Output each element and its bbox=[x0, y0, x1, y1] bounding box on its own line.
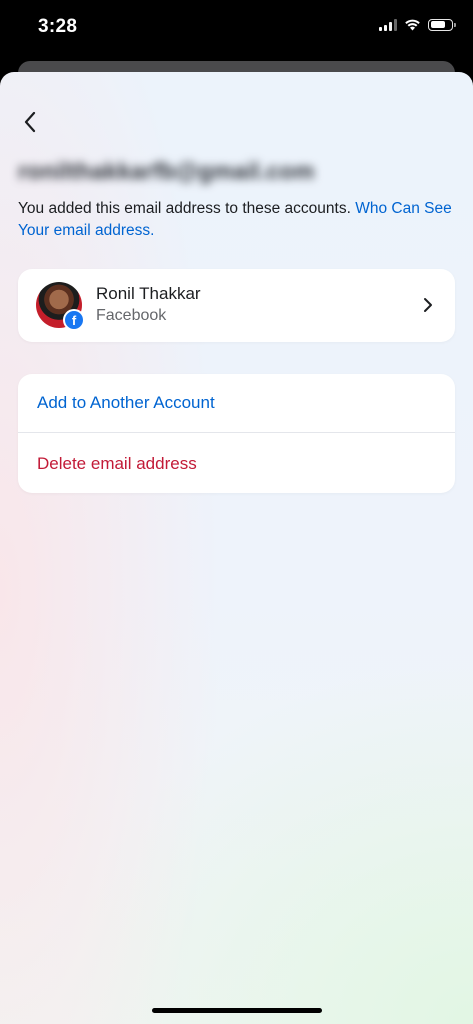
description: You added this email address to these ac… bbox=[18, 198, 458, 242]
account-card[interactable]: f Ronil Thakkar Facebook bbox=[18, 269, 455, 342]
delete-email-button[interactable]: Delete email address bbox=[18, 434, 455, 493]
description-text: You added this email address to these ac… bbox=[18, 200, 356, 217]
email-detail-sheet: ronilthakkarfb@gmail.com You added this … bbox=[0, 72, 473, 1024]
back-button[interactable] bbox=[14, 106, 46, 138]
avatar: f bbox=[36, 282, 85, 331]
home-indicator[interactable] bbox=[152, 1008, 322, 1013]
status-icons bbox=[379, 18, 456, 31]
account-name: Ronil Thakkar bbox=[96, 284, 201, 303]
back-chevron-icon bbox=[24, 111, 36, 133]
email-heading: ronilthakkarfb@gmail.com bbox=[18, 158, 315, 184]
facebook-badge-icon: f bbox=[63, 309, 85, 331]
chevron-right-icon bbox=[424, 298, 432, 312]
wifi-icon bbox=[405, 19, 420, 31]
actions-card: Add to Another Account Delete email addr… bbox=[18, 374, 455, 493]
battery-icon bbox=[428, 18, 456, 31]
status-time: 3:28 bbox=[38, 16, 78, 37]
status-bar: 3:28 bbox=[0, 0, 473, 60]
add-to-another-account-button[interactable]: Add to Another Account bbox=[18, 374, 455, 433]
signal-icon bbox=[379, 18, 397, 31]
account-platform: Facebook bbox=[96, 307, 167, 324]
